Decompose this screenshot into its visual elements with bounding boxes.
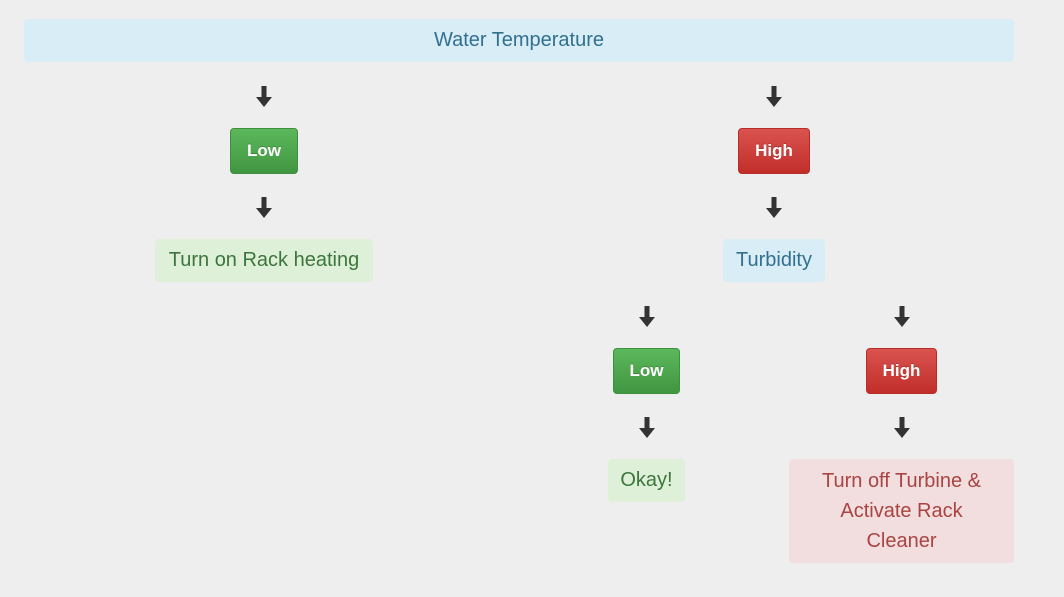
arrow-down-icon (766, 197, 782, 219)
okay-node: Okay! (608, 459, 685, 502)
temperature-high-button[interactable]: High (738, 128, 810, 174)
arrow-down-icon (256, 86, 272, 108)
arrow-down-icon (639, 417, 655, 439)
temperature-low-label: Low (247, 141, 281, 160)
arrow-down-icon (894, 417, 910, 439)
okay-label: Okay! (620, 469, 673, 491)
temperature-low-button[interactable]: Low (230, 128, 298, 174)
turbidity-high-button[interactable]: High (866, 348, 937, 394)
turbidity-low-button[interactable]: Low (613, 348, 680, 394)
turbidity-node: Turbidity (723, 239, 825, 282)
turbidity-label: Turbidity (736, 249, 812, 271)
turbine-cleaner-line-3: Cleaner (866, 530, 937, 552)
turbidity-low-label: Low (629, 361, 664, 380)
water-temperature-node: Water Temperature (24, 19, 1014, 62)
arrow-down-icon (639, 306, 655, 328)
turbine-cleaner-line-2: Activate Rack (840, 500, 963, 522)
arrow-down-icon (256, 197, 272, 219)
turbine-cleaner-line-1: Turn off Turbine & (822, 470, 981, 492)
turbine-cleaner-node: Turn off Turbine & Activate Rack Cleaner (789, 459, 1014, 563)
temperature-high-label: High (755, 141, 793, 160)
water-temperature-label: Water Temperature (433, 29, 605, 51)
turbidity-high-label: High (882, 361, 921, 380)
rack-heating-label: Turn on Rack heating (168, 249, 360, 271)
arrow-down-icon (894, 306, 910, 328)
arrow-down-icon (766, 86, 782, 108)
rack-heating-node: Turn on Rack heating (155, 239, 373, 282)
